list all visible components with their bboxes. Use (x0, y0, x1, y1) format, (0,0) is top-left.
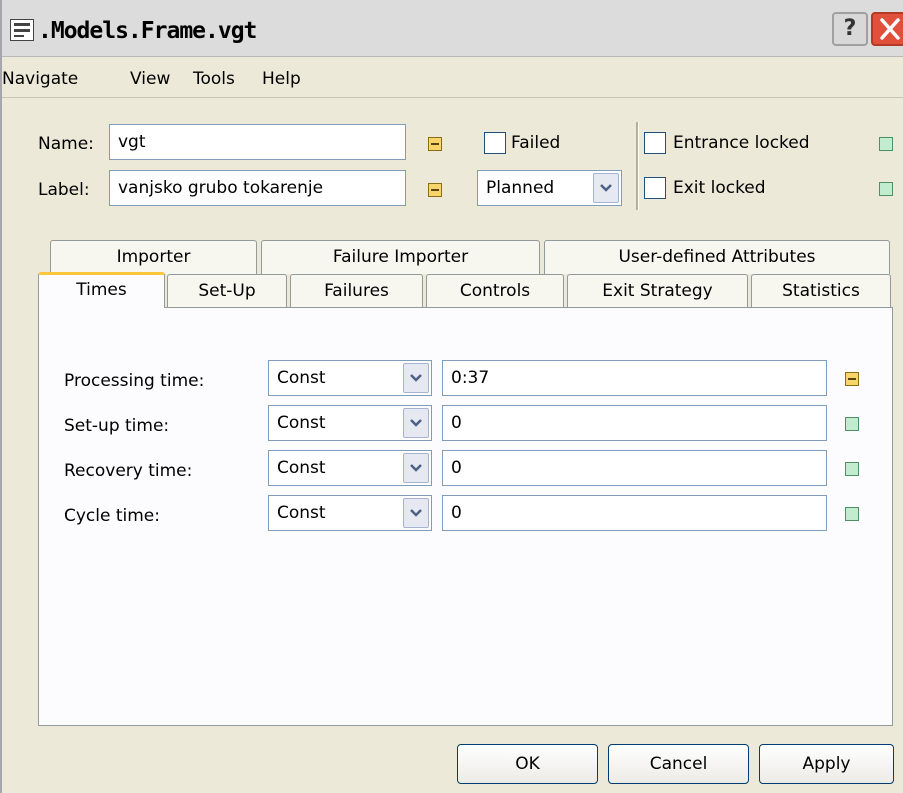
recovery-time-indicator[interactable] (845, 462, 859, 476)
menu-view[interactable]: View (130, 69, 170, 89)
tab-user-defined-attributes[interactable]: User-defined Attributes (544, 240, 890, 274)
frame-icon (10, 19, 34, 41)
tab-times[interactable]: Times (38, 272, 165, 308)
set-up-time-indicator[interactable] (845, 417, 859, 431)
object-dialog: .Models.Frame.vgt ? Navigate View Tools … (0, 0, 903, 793)
exit-locked-label: Exit locked (673, 178, 766, 198)
tab-failures[interactable]: Failures (290, 274, 423, 308)
cycle-time-dist-select[interactable]: Const (268, 495, 432, 531)
entrance-locked-label: Entrance locked (673, 133, 810, 153)
tab-controls[interactable]: Controls (426, 274, 564, 308)
window-title: .Models.Frame.vgt (38, 18, 257, 44)
tab-importer[interactable]: Importer (50, 240, 257, 274)
header-separator (636, 122, 639, 210)
close-icon (880, 18, 900, 40)
processing-time-dist-select[interactable]: Const (268, 360, 432, 396)
recovery-time-dist-value: Const (277, 458, 326, 478)
cycle-time-input[interactable]: 0 (442, 495, 827, 531)
ok-button[interactable]: OK (457, 744, 598, 784)
recovery-time-input[interactable]: 0 (442, 450, 827, 486)
label-inherit-indicator[interactable] (428, 183, 442, 197)
help-button[interactable]: ? (832, 12, 868, 46)
state-select-value: Planned (486, 178, 555, 198)
cycle-time-dist-value: Const (277, 503, 326, 523)
chevron-down-icon[interactable] (403, 408, 429, 438)
processing-time-inherit-indicator[interactable] (845, 372, 859, 386)
name-input[interactable]: vgt (109, 124, 406, 160)
exit-locked-checkbox[interactable] (644, 177, 666, 199)
apply-button[interactable]: Apply (759, 744, 894, 784)
failed-checkbox[interactable] (484, 132, 506, 154)
set-up-time-input[interactable]: 0 (442, 405, 827, 441)
label-label: Label: (38, 180, 90, 200)
recovery-time-dist-select[interactable]: Const (268, 450, 432, 486)
tab-set-up[interactable]: Set-Up (167, 274, 287, 308)
entrance-locked-checkbox[interactable] (644, 132, 666, 154)
cycle-time-label: Cycle time: (64, 506, 160, 526)
name-inherit-indicator[interactable] (428, 137, 442, 151)
chevron-down-icon[interactable] (403, 498, 429, 528)
failed-label: Failed (511, 133, 561, 153)
processing-time-dist-value: Const (277, 368, 326, 388)
set-up-time-label: Set-up time: (64, 416, 170, 436)
menu-navigate[interactable]: Navigate (2, 69, 78, 89)
state-select[interactable]: Planned (477, 170, 622, 206)
chevron-down-icon[interactable] (403, 363, 429, 393)
set-up-time-dist-select[interactable]: Const (268, 405, 432, 441)
entrance-locked-indicator[interactable] (879, 137, 893, 151)
exit-locked-indicator[interactable] (879, 182, 893, 196)
chevron-down-icon[interactable] (593, 173, 619, 203)
menu-help[interactable]: Help (262, 69, 301, 89)
close-button[interactable] (871, 12, 903, 46)
times-panel: Processing time: Const 0:37 Set-up time:… (38, 307, 893, 726)
tab-failure-importer[interactable]: Failure Importer (261, 240, 540, 274)
recovery-time-label: Recovery time: (64, 461, 193, 481)
chevron-down-icon[interactable] (403, 453, 429, 483)
set-up-time-dist-value: Const (277, 413, 326, 433)
tab-statistics[interactable]: Statistics (751, 274, 891, 308)
name-label: Name: (38, 134, 94, 154)
processing-time-input[interactable]: 0:37 (442, 360, 827, 396)
cycle-time-indicator[interactable] (845, 507, 859, 521)
processing-time-label: Processing time: (64, 371, 205, 391)
menu-tools[interactable]: Tools (193, 69, 235, 89)
tab-exit-strategy[interactable]: Exit Strategy (567, 274, 748, 308)
title-bar: .Models.Frame.vgt ? (2, 0, 903, 57)
cancel-button[interactable]: Cancel (608, 744, 749, 784)
menu-bar: Navigate View Tools Help (2, 57, 903, 98)
label-input[interactable]: vanjsko grubo tokarenje (109, 170, 406, 206)
